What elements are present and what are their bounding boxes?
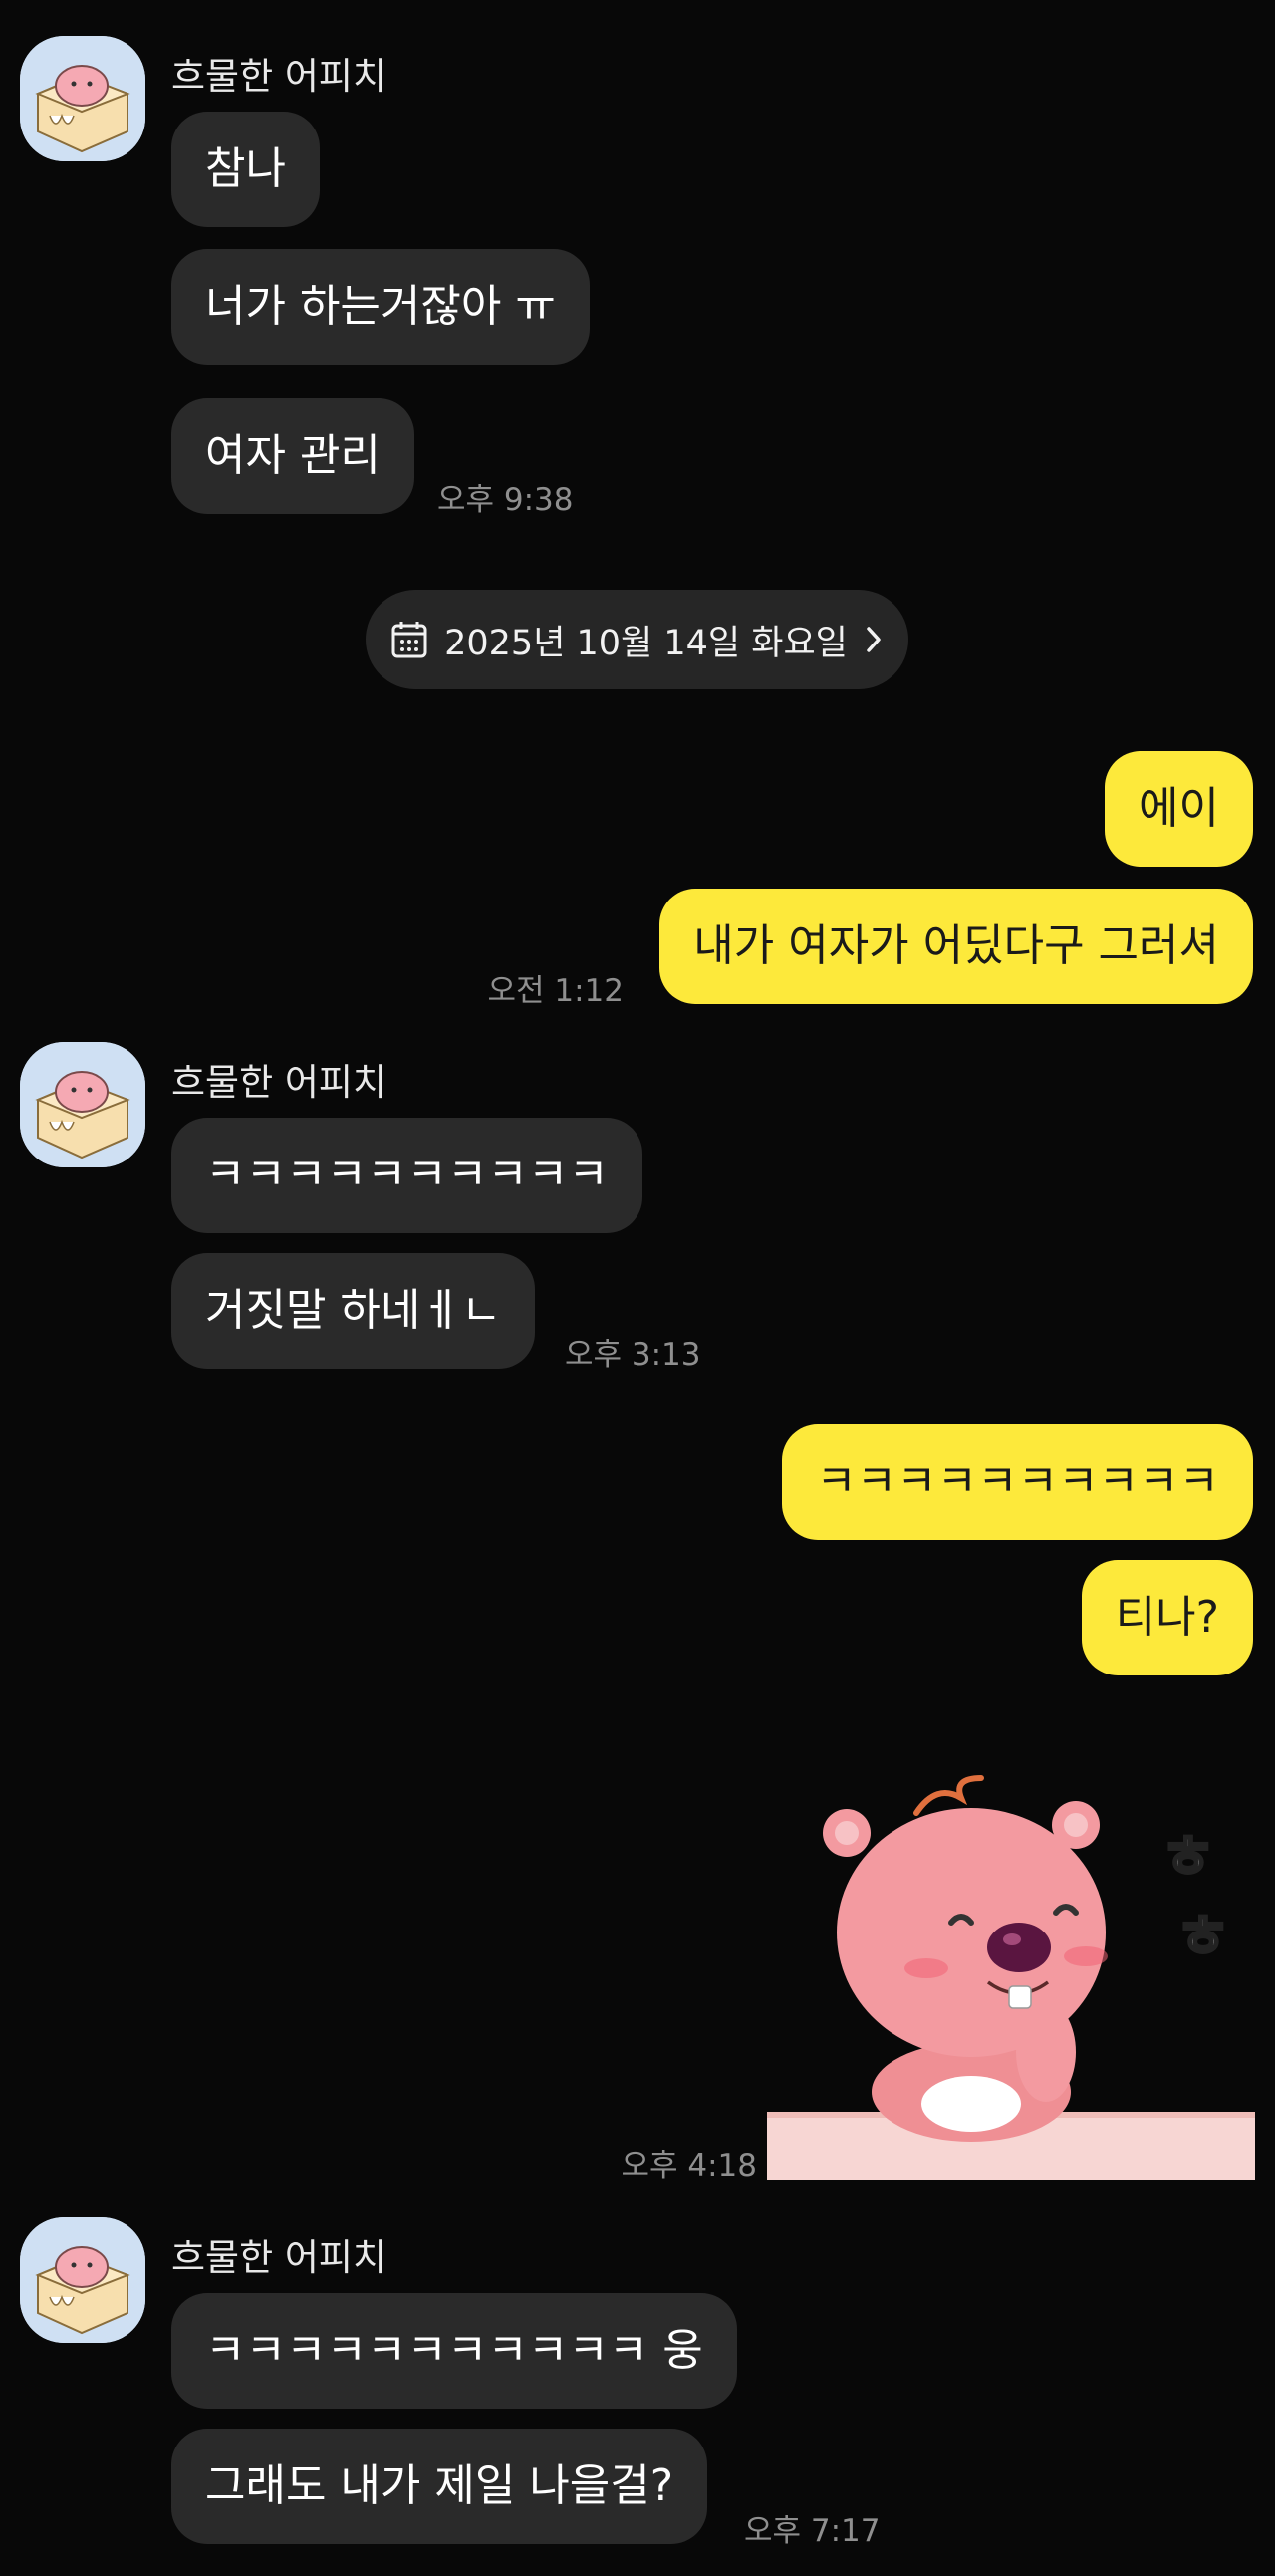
message-bubble[interactable]: ㅋㅋㅋㅋㅋㅋㅋㅋㅋㅋ (782, 1424, 1253, 1540)
message-text: 티나? (1115, 1592, 1219, 1643)
message-bubble[interactable]: ㅋㅋㅋㅋㅋㅋㅋㅋㅋㅋ (171, 1118, 642, 1233)
message-text: 에이 (1139, 783, 1219, 834)
message-time: 오후 3:13 (565, 1337, 701, 1373)
message-text: ㅋㅋㅋㅋㅋㅋㅋㅋㅋㅋ (816, 1456, 1219, 1507)
message-text: 거짓말 하네ㅔㄴ (205, 1285, 502, 1336)
message-text: ㅋㅋㅋㅋㅋㅋㅋㅋㅋㅋㅋ 웅 (205, 2325, 703, 2376)
message-time: 오전 1:12 (487, 973, 624, 1009)
sender-avatar[interactable] (20, 2217, 145, 2343)
message-text: 참나 (205, 143, 286, 194)
message-bubble[interactable]: 참나 (171, 112, 320, 227)
svg-text:ㅎ: ㅎ (1175, 1903, 1230, 1972)
sender-name: 흐물한 어피치 (171, 1061, 387, 1104)
message-bubble[interactable]: 여자 관리 (171, 398, 414, 514)
date-divider-button[interactable]: 2025년 10월 14일 화요일 (366, 590, 908, 689)
message-bubble[interactable]: 너가 하는거잖아 ㅠ (171, 249, 590, 365)
apeach-avatar-icon (20, 2217, 145, 2343)
apeach-avatar-icon (20, 1042, 145, 1167)
sticker-message[interactable]: ㅎ ㅎ (767, 1733, 1255, 2180)
message-bubble[interactable]: 내가 여자가 어딨다구 그러셔 (659, 889, 1253, 1004)
message-text: 너가 하는거잖아 ㅠ (205, 281, 556, 332)
message-bubble[interactable]: 에이 (1105, 751, 1253, 867)
calendar-icon (391, 622, 427, 658)
message-bubble[interactable]: 티나? (1081, 1560, 1253, 1675)
loopy-beaver-laughing-sticker: ㅎ ㅎ (767, 1775, 1255, 2180)
message-text: 내가 여자가 어딨다구 그러셔 (693, 920, 1219, 971)
message-time: 오후 9:38 (437, 482, 574, 518)
message-text: 그래도 내가 제일 나을걸? (205, 2460, 674, 2511)
sender-name: 흐물한 어피치 (171, 2236, 387, 2279)
message-bubble[interactable]: ㅋㅋㅋㅋㅋㅋㅋㅋㅋㅋㅋ 웅 (171, 2293, 737, 2409)
message-text: ㅋㅋㅋㅋㅋㅋㅋㅋㅋㅋ (205, 1150, 609, 1200)
svg-text:ㅎ: ㅎ (1160, 1823, 1215, 1893)
message-time: 오후 4:18 (621, 2148, 757, 2184)
chevron-right-icon (867, 627, 881, 652)
message-bubble[interactable]: 거짓말 하네ㅔㄴ (171, 1253, 536, 1369)
date-divider-text: 2025년 10월 14일 화요일 (444, 623, 848, 663)
message-bubble[interactable]: 그래도 내가 제일 나을걸? (171, 2429, 708, 2544)
sender-name: 흐물한 어피치 (171, 55, 387, 98)
apeach-avatar-icon (20, 36, 145, 161)
message-time: 오후 7:17 (744, 2513, 881, 2549)
message-text: 여자 관리 (205, 430, 381, 481)
sender-avatar[interactable] (20, 36, 145, 161)
sender-avatar[interactable] (20, 1042, 145, 1167)
